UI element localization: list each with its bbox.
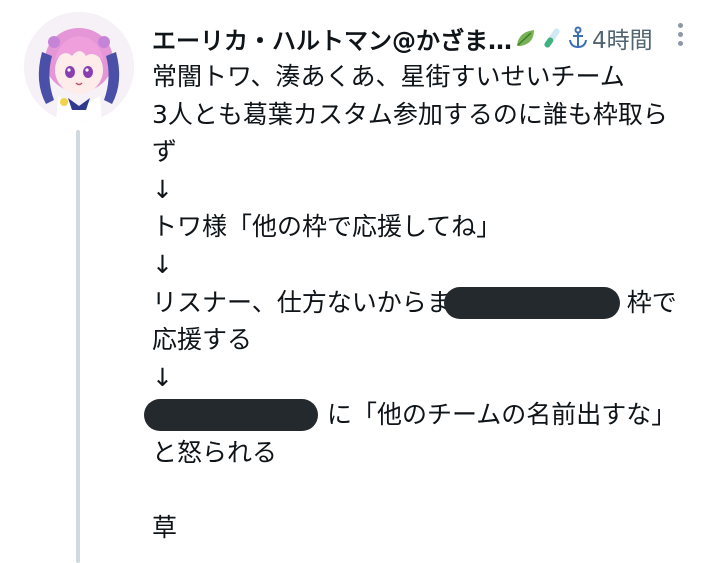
avatar[interactable] [24, 12, 134, 122]
tweet-line: に「他のチームの名前出すな」 [144, 396, 702, 434]
tweet-line: 常闇トワ、湊あくあ、星街すいせいチーム [152, 62, 625, 91]
redaction-bar [444, 286, 620, 319]
leaf-icon [514, 26, 538, 50]
tweet-line: 応援する [152, 325, 253, 355]
tweet-line: 草 [152, 513, 178, 543]
display-name[interactable]: エーリカ・ハルトマン@かざま… [152, 21, 512, 56]
redaction-bar [144, 399, 318, 432]
anchor-icon [566, 26, 590, 50]
tweet-line: ず [152, 137, 178, 167]
tweet-line: 3人とも葛葉カスタム参加するのに誰も枠取ら [152, 99, 668, 129]
thread-line [76, 130, 80, 563]
tweet-line: ↓ [152, 174, 173, 204]
tweet-line [152, 472, 702, 510]
tweet-header: エーリカ・ハルトマン@かざま… 4時間 [152, 20, 692, 56]
more-options-icon[interactable] [670, 18, 690, 50]
tweet-line: リスナー、仕方ないからま 枠で [152, 284, 702, 322]
tweet-line: トワ様「他の枠で応援してね」 [152, 212, 502, 242]
test-tube-icon [540, 26, 564, 50]
timestamp[interactable]: 4時間 [592, 21, 653, 55]
tweet-line: ↓ [152, 249, 173, 279]
tweet-line: と怒られる [152, 437, 278, 467]
tweet-text: 常闇トワ、湊あくあ、星街すいせいチーム 3人とも葛葉カスタム参加するのに誰も枠取… [144, 58, 702, 547]
tweet-line: ↓ [152, 362, 173, 392]
